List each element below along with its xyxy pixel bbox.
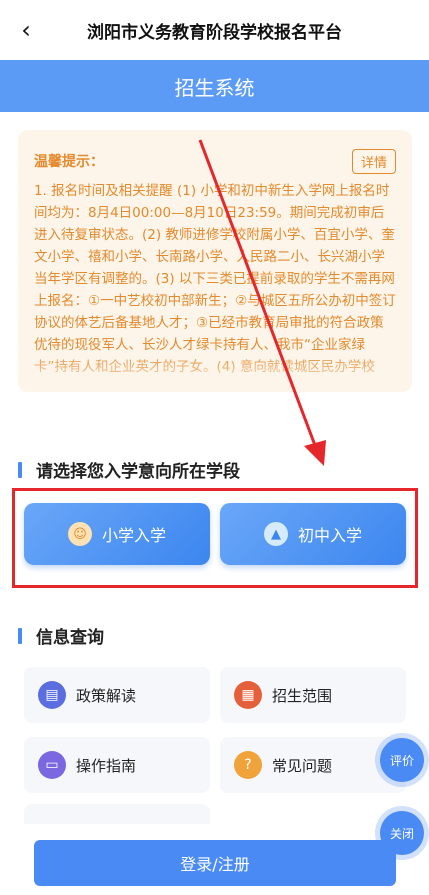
stage-section-label: 请选择您入学意向所在学段 — [36, 462, 240, 482]
monitor-icon: ▭ — [38, 751, 66, 779]
detail-button[interactable]: 详情 — [351, 148, 396, 174]
section-marker — [18, 461, 22, 478]
middle-school-button[interactable]: ▲ 初中入学 — [220, 503, 406, 565]
arrow-head — [304, 440, 326, 466]
operation-guide-card[interactable]: ▭ 操作指南 — [24, 737, 210, 793]
enrollment-scope-card[interactable]: ▦ 招生范围 — [220, 667, 406, 723]
primary-school-button[interactable]: ☺ 小学入学 — [24, 503, 210, 565]
policy-label: 政策解读 — [76, 686, 137, 705]
enrollment-scope-label: 招生范围 — [272, 686, 333, 705]
student-icon: ▲ — [263, 522, 288, 546]
top-navigation-bar: ‹ 浏阳市义务教育阶段学校报名平台 — [0, 0, 429, 60]
partial-card[interactable] — [24, 804, 210, 824]
rate-button[interactable]: 评价 — [380, 738, 424, 782]
info-section-label: 信息查询 — [36, 628, 104, 648]
policy-card[interactable]: ▤ 政策解读 — [24, 667, 210, 723]
notice-text: 1. 报名时间及相关提醒 (1) 小学和初中新生入学网上报名时间均为：8月4日0… — [34, 183, 396, 375]
question-icon: ? — [234, 751, 262, 779]
policy-icon: ▤ — [38, 681, 66, 709]
primary-school-label: 小学入学 — [101, 526, 166, 545]
operation-guide-label: 操作指南 — [76, 756, 137, 775]
chevron-left-icon[interactable]: ‹ — [12, 14, 40, 46]
middle-school-label: 初中入学 — [297, 526, 362, 545]
faq-label: 常见问题 — [272, 756, 333, 775]
info-section-title: 信息查询 — [18, 623, 104, 648]
building-icon: ▦ — [234, 681, 262, 709]
banner-title: 招生系统 — [174, 75, 255, 100]
notice-header: 温馨提示： 详情 — [34, 148, 396, 174]
tiger-icon: ☺ — [67, 522, 92, 546]
login-register-button[interactable]: 登录/注册 — [34, 840, 396, 886]
page-title: 浏阳市义务教育阶段学校报名平台 — [87, 22, 342, 43]
notice-label: 温馨提示： — [34, 154, 104, 170]
stage-section-title: 请选择您入学意向所在学段 — [18, 457, 240, 482]
notice-fade — [18, 352, 412, 392]
faq-card[interactable]: ? 常见问题 — [220, 737, 406, 793]
system-banner: 招生系统 — [0, 60, 429, 112]
notice-panel: 温馨提示： 详情 1. 报名时间及相关提醒 (1) 小学和初中新生入学网上报名时… — [18, 130, 412, 392]
section-marker — [18, 627, 22, 644]
